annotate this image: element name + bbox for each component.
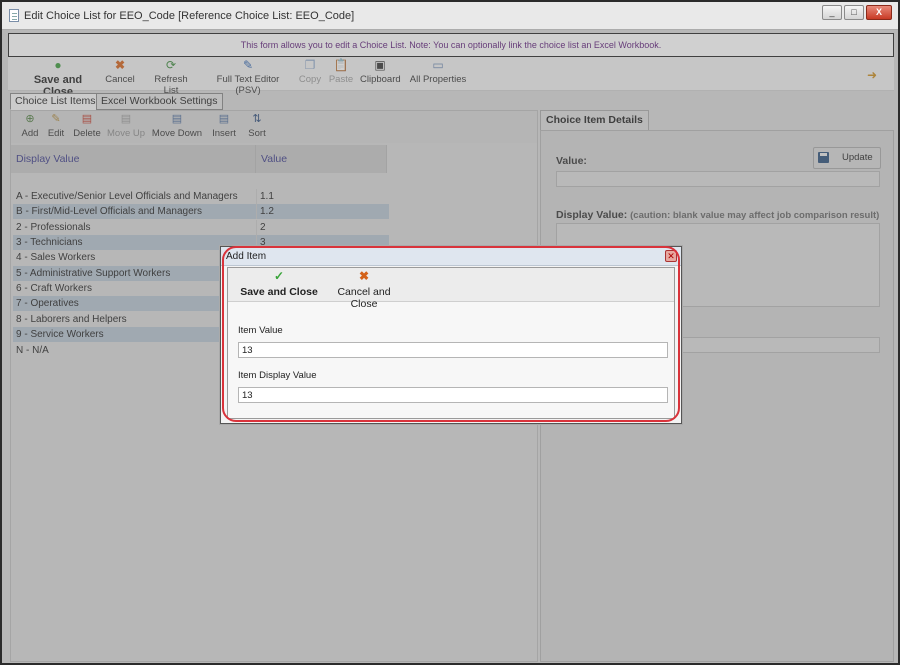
dialog-body: ✓ Save and Close ✖ Cancel and Close Item… [227,267,675,419]
window-title: Edit Choice List for EEO_Code [Reference… [24,10,355,22]
dialog-close-icon[interactable]: ✕ [665,250,677,262]
dialog-save-and-close-button[interactable]: ✓ Save and Close [240,269,318,299]
item-value-label: Item Value [238,325,283,336]
cancel-x-icon: ✖ [358,269,370,283]
document-icon [9,9,19,22]
check-circle-icon: ✓ [273,269,285,283]
dialog-cancel-and-close-button[interactable]: ✖ Cancel and Close [326,269,402,311]
minimize-button[interactable]: _ [822,5,842,20]
item-display-value-label: Item Display Value [238,370,317,381]
dialog-cancel-and-close-label: Cancel and Close [337,286,391,310]
close-button[interactable]: X [866,5,892,20]
title-bar: Edit Choice List for EEO_Code [Reference… [2,2,898,30]
maximize-button[interactable]: □ [844,5,864,20]
dialog-title-bar: Add Item ✕ [221,247,681,266]
item-display-value-input[interactable] [238,387,668,403]
dialog-toolbar: ✓ Save and Close ✖ Cancel and Close [228,268,674,310]
dialog-title: Add Item [226,251,267,262]
dialog-save-and-close-label: Save and Close [240,286,318,298]
item-value-input[interactable] [238,342,668,358]
add-item-dialog: Add Item ✕ ✓ Save and Close ✖ Cancel and… [220,246,682,424]
